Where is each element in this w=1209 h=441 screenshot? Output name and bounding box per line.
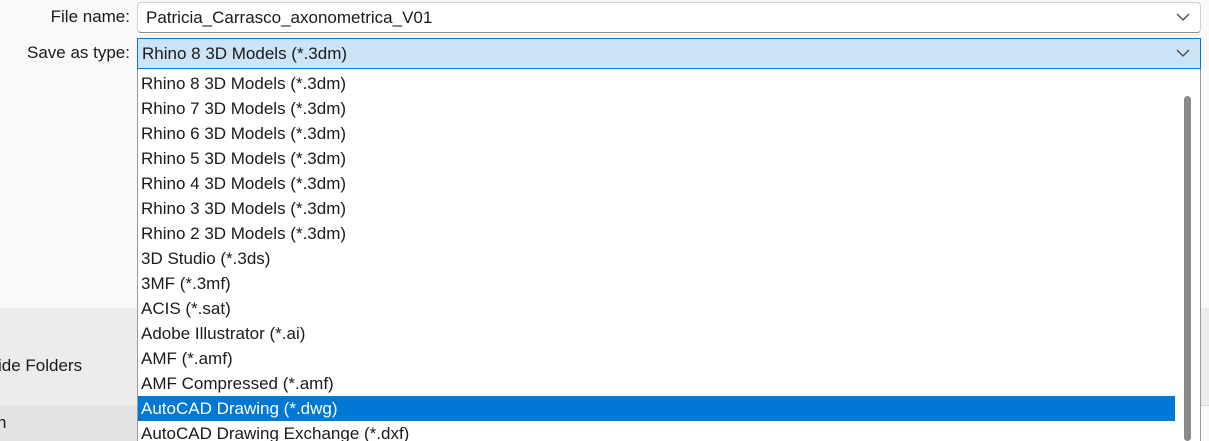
save-as-type-select[interactable]: Rhino 8 3D Models (*.3dm): [137, 38, 1201, 69]
file-type-option[interactable]: Adobe Illustrator (*.ai): [138, 321, 1175, 346]
file-type-dropdown-list[interactable]: Rhino 8 3D Models (*.3dm) Rhino 7 3D Mode…: [137, 69, 1201, 441]
file-type-option[interactable]: 3D Studio (*.3ds): [138, 246, 1175, 271]
bottom-strip-button[interactable]: [0, 405, 137, 441]
scrollbar-thumb[interactable]: [1184, 96, 1191, 441]
file-type-option[interactable]: AutoCAD Drawing (*.dwg): [138, 396, 1175, 421]
file-type-option[interactable]: AMF (*.amf): [138, 346, 1175, 371]
save-as-type-label: Save as type:: [26, 43, 130, 62]
file-type-option[interactable]: Rhino 5 3D Models (*.3dm): [138, 146, 1175, 171]
save-as-type-value: Rhino 8 3D Models (*.3dm): [142, 44, 348, 63]
file-name-label: File name:: [50, 7, 130, 26]
file-type-options: Rhino 8 3D Models (*.3dm) Rhino 7 3D Mode…: [138, 71, 1175, 441]
file-type-option[interactable]: Rhino 8 3D Models (*.3dm): [138, 71, 1175, 96]
hide-folders-button[interactable]: ide Folders: [0, 354, 82, 378]
file-type-option[interactable]: Rhino 2 3D Models (*.3dm): [138, 221, 1175, 246]
dropdown-scrollbar[interactable]: [1175, 69, 1200, 441]
file-type-option[interactable]: AutoCAD Drawing Exchange (*.dxf): [138, 421, 1175, 441]
chevron-down-icon[interactable]: [1176, 48, 1190, 58]
file-name-input[interactable]: Patricia_Carrasco_axonometrica_V01: [146, 6, 432, 30]
file-type-option[interactable]: AMF Compressed (*.amf): [138, 371, 1175, 396]
chevron-down-icon[interactable]: [1176, 12, 1190, 22]
file-type-option[interactable]: Rhino 3 3D Models (*.3dm): [138, 196, 1175, 221]
file-type-option[interactable]: Rhino 7 3D Models (*.3dm): [138, 96, 1175, 121]
file-type-option[interactable]: Rhino 4 3D Models (*.3dm): [138, 171, 1175, 196]
file-type-option[interactable]: Rhino 6 3D Models (*.3dm): [138, 121, 1175, 146]
file-type-option[interactable]: 3MF (*.3mf): [138, 271, 1175, 296]
file-type-option[interactable]: ACIS (*.sat): [138, 296, 1175, 321]
file-name-combobox[interactable]: Patricia_Carrasco_axonometrica_V01: [137, 2, 1201, 33]
bottom-strip-label: n: [0, 413, 7, 432]
